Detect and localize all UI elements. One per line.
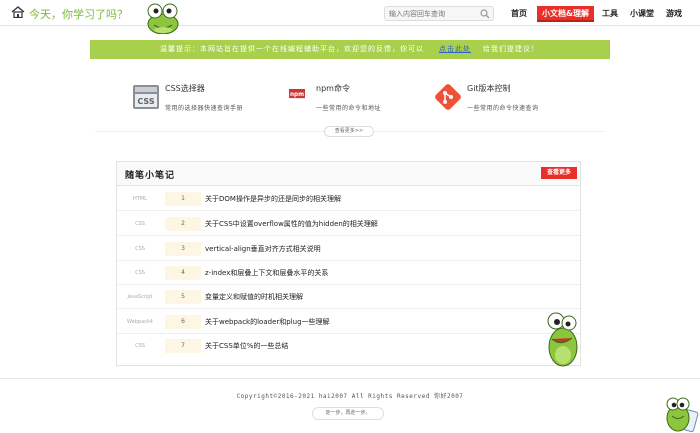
tool-title: CSS选择器	[165, 84, 205, 93]
nav-item-tools[interactable]: 工具	[601, 6, 619, 22]
row-category: HTML	[133, 196, 147, 202]
site-slogan: 今天，你学习了吗？	[29, 8, 128, 21]
page: 今天，你学习了吗？ 首页 小文档&理解 工具 小课堂 游戏 温馨提示：本	[0, 0, 700, 433]
table-row[interactable]: CSS 2 关于CSS中设置overflow属性的值为hidden的相关理解	[117, 212, 580, 236]
tool-desc: 常用的选择器快速查询手册	[165, 105, 244, 112]
footer-divider	[0, 378, 700, 379]
row-category: CSS	[135, 221, 145, 227]
nav-item-classroom[interactable]: 小课堂	[628, 6, 656, 22]
row-category: CSS	[135, 270, 145, 276]
frog-logo-icon	[147, 3, 179, 34]
tool-card-css[interactable]: CSS CSS选择器 常用的选择器快速查询手册	[132, 83, 272, 117]
svg-text:npm: npm	[290, 92, 304, 98]
notes-title: 随笔小笔记	[125, 171, 176, 181]
tools-more-button[interactable]: 查看更多>>	[324, 126, 374, 137]
tool-title: Git版本控制	[467, 84, 511, 93]
tip-text: 温馨提示：本网站旨在提供一个在线编程辅助平台，欢迎您的反馈，你可以	[160, 45, 424, 53]
row-category: CSS	[135, 343, 145, 349]
css-icon: CSS	[133, 85, 159, 109]
nav-item-games[interactable]: 游戏	[664, 6, 684, 22]
git-icon	[435, 84, 461, 110]
search-input[interactable]	[389, 8, 477, 20]
notes-header: 随笔小笔记 查看更多	[117, 162, 580, 186]
row-number: 6	[165, 315, 201, 329]
row-title-link[interactable]: z-index和层叠上下文和层叠水平的关系	[205, 261, 328, 285]
row-number: 3	[165, 242, 201, 256]
row-title-link[interactable]: 变量定义和赋值的时机相关理解	[205, 285, 303, 309]
tip-suffix-text: 给我们提建议！	[483, 45, 539, 53]
nav-item-home[interactable]: 首页	[510, 6, 528, 22]
table-row[interactable]: Webpack4 6 关于webpack的loader和plug一些理解	[117, 310, 580, 334]
row-title-link[interactable]: 关于webpack的loader和plug一些理解	[205, 310, 330, 334]
table-row[interactable]: CSS 4 z-index和层叠上下文和层叠水平的关系	[117, 261, 580, 285]
row-category: Webpack4	[127, 319, 153, 325]
row-number: 7	[165, 339, 201, 353]
table-row[interactable]: CSS 3 vertical-align垂直对齐方式相关说明	[117, 237, 580, 261]
footer-motto: 走一步，再走一步。	[312, 407, 384, 420]
row-category: CSS	[135, 246, 145, 252]
table-row[interactable]: CSS 7 关于CSS单位%的一些总结	[117, 334, 580, 358]
feedback-link[interactable]: 点击此处	[439, 40, 471, 59]
tool-desc: 一些常用的命令和地址	[316, 105, 382, 112]
copyright: Copyright©2016-2021 hai2007 All Rights R…	[236, 393, 464, 400]
row-title-link[interactable]: 关于CSS单位%的一些总结	[205, 334, 288, 358]
row-number: 2	[165, 217, 201, 231]
table-row[interactable]: JavaScript 5 变量定义和赋值的时机相关理解	[117, 285, 580, 309]
row-number: 1	[165, 192, 201, 206]
frog-corner-icon[interactable]	[664, 394, 700, 433]
row-number: 5	[165, 290, 201, 304]
search-box	[384, 6, 494, 21]
nav-item-docs[interactable]: 小文档&理解	[537, 6, 594, 22]
tool-card-npm[interactable]: npm npm命令 一些常用的命令和地址	[283, 83, 413, 117]
row-title-link[interactable]: vertical-align垂直对齐方式相关说明	[205, 237, 321, 261]
tool-title: npm命令	[316, 84, 350, 93]
header: 今天，你学习了吗？ 首页 小文档&理解 工具 小课堂 游戏	[0, 0, 700, 34]
home-icon[interactable]	[11, 6, 25, 18]
row-category: JavaScript	[127, 294, 153, 300]
notes-panel: 随笔小笔记 查看更多 HTML 1 关于DOM操作是异步的还是同步的相关理解 C…	[116, 161, 581, 366]
row-title-link[interactable]: 关于CSS中设置overflow属性的值为hidden的相关理解	[205, 212, 378, 236]
notes-more-button[interactable]: 查看更多	[541, 167, 577, 179]
table-row[interactable]: HTML 1 关于DOM操作是异步的还是同步的相关理解	[117, 187, 580, 211]
tool-card-git[interactable]: Git版本控制 一些常用的命令快速查询	[434, 83, 564, 117]
search-icon[interactable]	[480, 9, 490, 19]
row-title-link[interactable]: 关于DOM操作是异步的还是同步的相关理解	[205, 187, 341, 211]
row-number: 4	[165, 266, 201, 280]
npm-icon: npm	[289, 89, 305, 99]
frog-mascot-icon	[547, 312, 578, 367]
tool-desc: 一些常用的命令快速查询	[467, 105, 539, 112]
tip-banner: 温馨提示：本网站旨在提供一个在线编程辅助平台，欢迎您的反馈，你可以 点击此处 给…	[90, 40, 610, 59]
svg-text:CSS: CSS	[137, 97, 154, 106]
